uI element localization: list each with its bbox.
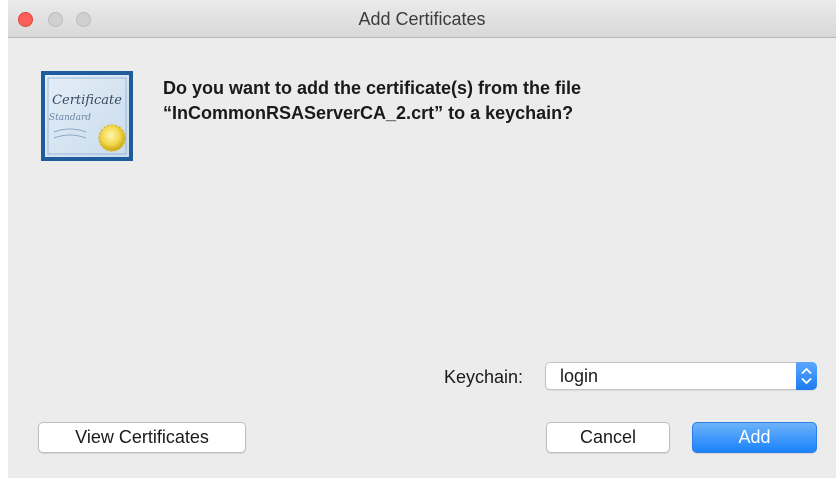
message-line-2: “InCommonRSAServerCA_2.crt” to a keychai…: [163, 103, 574, 123]
certificate-icon: Certificate Standard: [41, 71, 133, 161]
certificate-icon-subtext: Standard: [49, 113, 91, 123]
cancel-button[interactable]: Cancel: [546, 422, 670, 453]
title-bar[interactable]: Add Certificates: [8, 0, 836, 38]
message-line-1: Do you want to add the certificate(s) fr…: [163, 78, 582, 98]
keychain-selected-value: login: [560, 366, 599, 386]
view-certificates-button[interactable]: View Certificates: [38, 422, 246, 453]
dialog-message: Do you want to add the certificate(s) fr…: [163, 76, 803, 126]
add-certificates-dialog: Add Certificates Certificate Standard Do…: [8, 0, 836, 478]
up-down-chevron-icon[interactable]: [796, 362, 817, 390]
window-title: Add Certificates: [358, 9, 486, 29]
keychain-select[interactable]: login: [545, 362, 817, 390]
certificate-icon-text: Certificate: [52, 93, 122, 108]
add-button[interactable]: Add: [692, 422, 817, 453]
keychain-label: Keychain:: [444, 367, 524, 387]
